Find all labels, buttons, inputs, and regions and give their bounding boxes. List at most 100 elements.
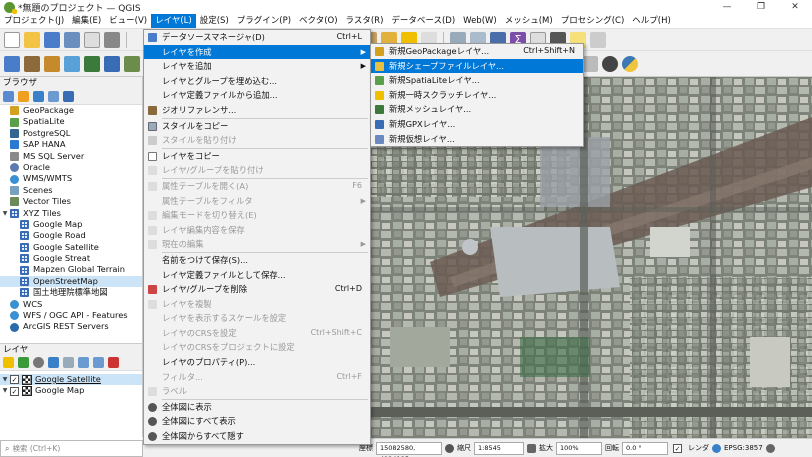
- filter-legend-icon[interactable]: [48, 357, 59, 368]
- save-as-icon[interactable]: [64, 31, 80, 48]
- list-item[interactable]: Scenes: [0, 185, 142, 196]
- menu-item-new-mesh-layer[interactable]: 新規メッシュレイヤ...: [371, 102, 583, 117]
- menu-item-add-from-definition[interactable]: レイヤ定義ファイルから追加...: [144, 88, 370, 103]
- menu-plugins[interactable]: プラグイン(P): [233, 14, 295, 28]
- add-xyz-icon[interactable]: [104, 55, 120, 72]
- list-item[interactable]: ArcGIS REST Servers: [0, 321, 142, 332]
- scale-field[interactable]: 1:8545: [474, 441, 524, 455]
- python-icon[interactable]: [622, 55, 638, 72]
- collapse-all-layers-icon[interactable]: [93, 357, 104, 368]
- list-item[interactable]: Google Map: [0, 219, 142, 230]
- menu-item-new-scratch-layer[interactable]: 新規一時スクラッチレイヤ...: [371, 88, 583, 103]
- render-checkbox[interactable]: ✓: [673, 443, 682, 453]
- list-item[interactable]: Google Road: [0, 230, 142, 241]
- filter-icon[interactable]: [33, 91, 44, 102]
- menu-edit[interactable]: 編集(E): [68, 14, 105, 28]
- menu-item-remove-layer[interactable]: レイヤ/グループを削除 Ctrl+D: [144, 282, 370, 297]
- menu-project[interactable]: プロジェクト(J): [0, 14, 68, 28]
- toggle-extents-icon[interactable]: [445, 443, 454, 453]
- menu-item-data-source-manager[interactable]: データソースマネージャ(D) Ctrl+L: [144, 30, 370, 45]
- maximize-button[interactable]: ❐: [744, 0, 778, 14]
- menu-view[interactable]: ビュー(V): [105, 14, 151, 28]
- list-item[interactable]: ▼ XYZ Tiles: [0, 208, 142, 219]
- menu-item-set-scale-visibility[interactable]: レイヤを表示するスケールを設定: [144, 311, 370, 326]
- menu-item-save-definition[interactable]: レイヤ定義ファイルとして保存...: [144, 268, 370, 283]
- remove-layer-icon[interactable]: [108, 357, 119, 368]
- coordinate-field[interactable]: 15082580, 4124185: [376, 441, 442, 457]
- lock-icon[interactable]: [527, 443, 536, 453]
- menu-item-duplicate-layer[interactable]: レイヤを複製: [144, 297, 370, 312]
- menu-item-new-spatialite-layer[interactable]: 新規SpatiaLiteレイヤ...: [371, 73, 583, 88]
- add-delimited-icon[interactable]: [124, 55, 140, 72]
- menu-mesh[interactable]: メッシュ(M): [501, 14, 557, 28]
- label-tool-icon[interactable]: [582, 55, 598, 72]
- properties-icon[interactable]: [63, 91, 74, 102]
- menu-item-open-attribute-table[interactable]: 属性テーブルを開く(A) F6: [144, 179, 370, 194]
- list-item[interactable]: 国土地理院標準地図: [0, 287, 142, 298]
- layer-row-google-satellite[interactable]: ▼ ✓ Google Satellite: [0, 374, 142, 386]
- menu-item-new-geopackage-layer[interactable]: 新規GeoPackageレイヤ... Ctrl+Shift+N: [371, 44, 583, 59]
- menu-item-hide-all-from-overview[interactable]: 全体図からすべて隠す: [144, 429, 370, 444]
- list-item[interactable]: PostgreSQL: [0, 128, 142, 139]
- list-item[interactable]: WCS: [0, 299, 142, 310]
- list-item[interactable]: GeoPackage: [0, 105, 142, 116]
- add-selected-icon[interactable]: [18, 91, 29, 102]
- menu-item-set-layer-crs[interactable]: レイヤのCRSを設定 Ctrl+Shift+C: [144, 326, 370, 341]
- menu-item-copy-layer[interactable]: レイヤをコピー: [144, 149, 370, 164]
- menu-item-set-project-crs[interactable]: レイヤのCRSをプロジェクトに設定: [144, 340, 370, 355]
- menu-item-save-as[interactable]: 名前をつけて保存(S)...: [144, 253, 370, 268]
- layer-visibility-checkbox[interactable]: ✓: [10, 386, 19, 396]
- crs-globe-icon[interactable]: [712, 443, 721, 453]
- expand-all-icon[interactable]: [78, 357, 89, 368]
- menu-item-new-shapefile-layer[interactable]: 新規シェープファイルレイヤ...: [371, 58, 583, 74]
- collapse-arrow-icon[interactable]: ▼: [0, 374, 10, 385]
- menu-item-filter-attribute-table[interactable]: 属性テーブルをフィルタ ▶: [144, 194, 370, 209]
- print-layout-icon[interactable]: [84, 31, 100, 48]
- menu-item-new-virtual-layer[interactable]: 新規仮想レイヤ...: [371, 132, 583, 147]
- collapse-arrow-icon[interactable]: ▼: [0, 385, 10, 396]
- menu-item-create-layer[interactable]: レイヤを作成 ▶: [144, 44, 370, 60]
- add-group-icon[interactable]: [18, 357, 29, 368]
- filter-expression-icon[interactable]: [63, 357, 74, 368]
- data-source-manager-icon[interactable]: [4, 55, 20, 72]
- menu-item-layer-properties[interactable]: レイヤのプロパティ(P)...: [144, 355, 370, 370]
- list-item[interactable]: SAP HANA: [0, 139, 142, 150]
- minimize-button[interactable]: —: [710, 0, 744, 14]
- list-item[interactable]: WFS / OGC API - Features: [0, 310, 142, 321]
- open-project-icon[interactable]: [24, 31, 40, 48]
- menu-raster[interactable]: ラスタ(R): [342, 14, 388, 28]
- refresh-icon[interactable]: [3, 91, 14, 102]
- save-project-icon[interactable]: [44, 31, 60, 48]
- list-item[interactable]: Google Satellite: [0, 242, 142, 253]
- collapse-all-icon[interactable]: [48, 91, 59, 102]
- layer-styling-icon[interactable]: [3, 357, 14, 368]
- menu-item-save-edits[interactable]: レイヤ編集内容を保存: [144, 223, 370, 238]
- menu-item-toggle-editing[interactable]: 編集モードを切り替え(E): [144, 208, 370, 223]
- menu-item-labeling[interactable]: ラベル: [144, 384, 370, 399]
- add-raster-icon[interactable]: [44, 55, 60, 72]
- menu-layer[interactable]: レイヤ(L): [151, 14, 196, 28]
- close-button[interactable]: ✕: [778, 0, 812, 14]
- list-item[interactable]: Google Streat: [0, 253, 142, 264]
- menu-item-embed-layers[interactable]: レイヤとグループを埋め込む...: [144, 74, 370, 89]
- collapse-arrow-icon[interactable]: ▼: [0, 208, 10, 219]
- menu-processing[interactable]: プロセシング(C): [557, 14, 629, 28]
- new-project-icon[interactable]: [4, 31, 20, 48]
- add-vector-icon[interactable]: [24, 55, 40, 72]
- list-item[interactable]: Mapzen Global Terrain: [0, 264, 142, 275]
- more-tools-icon[interactable]: [590, 31, 606, 48]
- list-item[interactable]: Vector Tiles: [0, 196, 142, 207]
- crs-button[interactable]: EPSG:3857: [724, 444, 763, 452]
- menu-item-add-layer[interactable]: レイヤを追加 ▶: [144, 59, 370, 74]
- locator-search-input[interactable]: ⌕ 検索 (Ctrl+K): [0, 440, 143, 457]
- style-manager-icon[interactable]: [104, 31, 120, 48]
- list-item-selected[interactable]: OpenStreetMap: [0, 275, 142, 288]
- menu-item-paste-layer[interactable]: レイヤ/グループを貼り付け: [144, 163, 370, 178]
- list-item[interactable]: MS SQL Server: [0, 151, 142, 162]
- rotation-field[interactable]: 0.0 °: [622, 441, 668, 455]
- menu-item-show-all-in-overview[interactable]: 全体図にすべて表示: [144, 414, 370, 429]
- layer-visibility-checkbox[interactable]: ✓: [10, 375, 19, 385]
- add-mesh-icon[interactable]: [84, 55, 100, 72]
- menu-vector[interactable]: ベクタ(O): [295, 14, 341, 28]
- menu-item-copy-style[interactable]: スタイルをコピー: [144, 119, 370, 134]
